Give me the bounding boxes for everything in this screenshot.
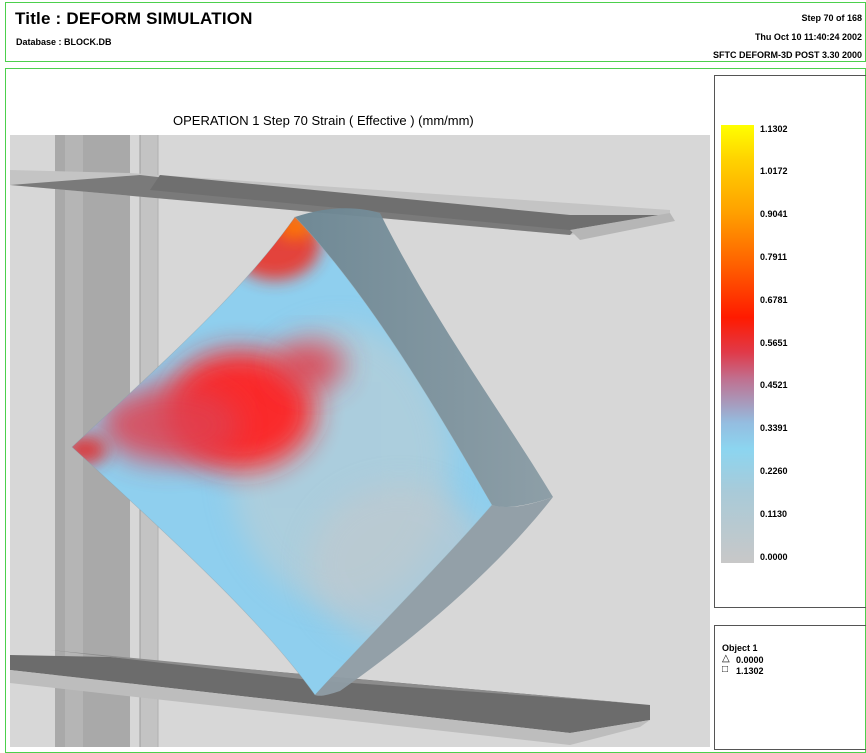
max-marker-icon: □ <box>722 664 729 675</box>
legend-tick: 0.1130 <box>760 509 788 519</box>
object-max-value: 1.1302 <box>736 666 764 676</box>
legend-tick: 0.0000 <box>760 552 788 562</box>
software-version: SFTC DEFORM-3D POST 3.30 2000 <box>712 50 862 60</box>
plot-title: OPERATION 1 Step 70 Strain ( Effective )… <box>173 113 474 128</box>
legend-tick: 0.7911 <box>760 252 788 262</box>
step-counter: Step 70 of 168 <box>801 13 862 23</box>
deformation-scene[interactable] <box>10 135 710 747</box>
min-marker-icon: △ <box>722 653 730 664</box>
legend-tick: 0.3391 <box>760 423 788 433</box>
legend-tick: 0.9041 <box>760 209 788 219</box>
legend-tick: 0.5651 <box>760 338 788 348</box>
simulation-title: Title : DEFORM SIMULATION <box>15 9 253 28</box>
legend-tick: 0.6781 <box>760 295 788 305</box>
strain-colorbar <box>721 125 754 563</box>
timestamp: Thu Oct 10 11:40:24 2002 <box>754 32 862 42</box>
legend-tick: 1.0172 <box>760 166 788 176</box>
legend-tick: 1.1302 <box>760 124 788 134</box>
object-label: Object 1 <box>722 643 758 653</box>
legend-tick: 0.2260 <box>760 466 788 476</box>
database-label: Database : BLOCK.DB <box>16 37 112 47</box>
object-min-value: 0.0000 <box>736 655 764 665</box>
legend-tick: 0.4521 <box>760 380 788 390</box>
